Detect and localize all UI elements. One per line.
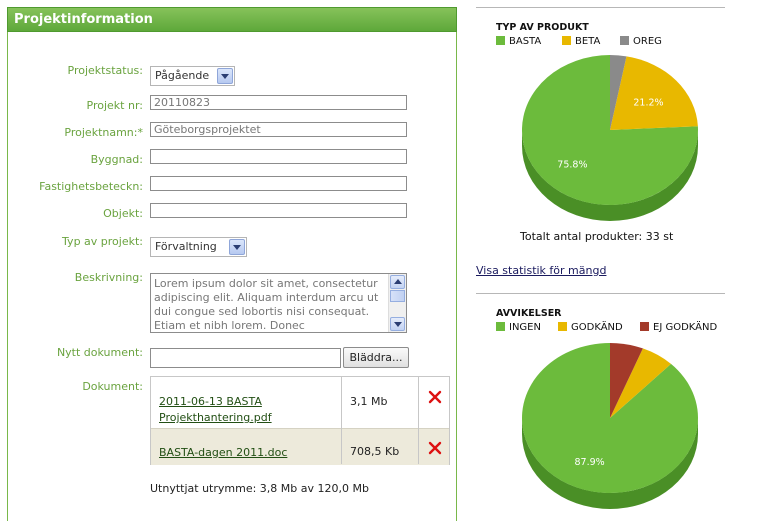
object-field[interactable] (150, 203, 407, 218)
projnr-label: Projekt nr: (86, 99, 143, 112)
legend-label: OREG (633, 36, 662, 47)
description-text: Lorem ipsum dolor sit amet, consectetur … (154, 277, 379, 332)
storage-usage: Utnyttjat utrymme: 3,8 Mb av 120,0 Mb (150, 482, 369, 495)
documents-table: 2011-06-13 BASTA Projekthantering.pdf 3,… (150, 376, 450, 465)
legend-label: EJ GODKÄND (653, 322, 718, 333)
document-size: 3,1 Mb (350, 395, 388, 408)
description-textarea[interactable]: Lorem ipsum dolor sit amet, consectetur … (150, 273, 407, 333)
document-link[interactable]: 2011-06-13 BASTA Projekthantering.pdf (159, 394, 339, 426)
divider (476, 7, 725, 8)
scroll-thumb[interactable] (390, 290, 405, 302)
table-row: BASTA-dagen 2011.doc 708,5 Kb (151, 428, 449, 465)
status-select[interactable]: Pågående (150, 66, 235, 86)
legend-swatch (562, 36, 571, 45)
legend-item: BASTA (496, 36, 541, 47)
divider (476, 293, 725, 294)
legend-swatch (620, 36, 629, 45)
projtype-label: Typ av projekt: (62, 235, 143, 248)
object-label: Objekt: (103, 207, 143, 220)
projtype-select[interactable]: Förvaltning (150, 237, 247, 257)
pie-data-label: 87.9% (575, 457, 605, 468)
chevron-down-icon[interactable] (217, 68, 233, 84)
status-select-value: Pågående (155, 69, 210, 82)
document-link[interactable]: BASTA-dagen 2011.doc (159, 445, 287, 461)
browse-button[interactable]: Bläddra... (343, 347, 409, 368)
projnr-field[interactable]: 20110823 (150, 95, 407, 110)
projtype-select-value: Förvaltning (155, 240, 217, 253)
panel-title: Projektinformation (14, 12, 153, 27)
chart-title: TYP AV PRODUKT (496, 22, 589, 33)
building-label: Byggnad: (90, 153, 143, 166)
pie-data-label: 75.8% (557, 160, 587, 171)
document-size: 708,5 Kb (350, 445, 400, 458)
chart-title: AVVIKELSER (496, 308, 562, 319)
delete-icon[interactable] (428, 441, 442, 455)
legend-label: BASTA (509, 36, 542, 47)
legend-swatch (496, 36, 505, 45)
scroll-up-icon[interactable] (390, 275, 405, 289)
pie-chart-product-type: 75.8% 21.2% (522, 55, 698, 221)
description-scrollbar[interactable] (388, 274, 406, 332)
column-divider (418, 377, 419, 464)
legend-swatch (496, 322, 505, 331)
legend-label: INGEN (509, 322, 541, 333)
description-label: Beskrivning: (74, 271, 143, 284)
building-field[interactable] (150, 149, 407, 164)
chevron-down-icon[interactable] (229, 239, 245, 255)
delete-icon[interactable] (428, 390, 442, 404)
legend-item: BETA (562, 36, 600, 47)
newdoc-label: Nytt dokument: (56, 346, 143, 359)
property-field[interactable] (150, 176, 407, 191)
legend-label: BETA (575, 36, 601, 47)
pie-data-label: 21.2% (633, 97, 663, 108)
legend-item: GODKÄND (558, 322, 623, 333)
legend-swatch (558, 322, 567, 331)
legend-swatch (640, 322, 649, 331)
pie-chart-deviations: 87.9% (522, 343, 698, 509)
status-label: Projektstatus: (67, 64, 143, 77)
total-products: Totalt antal produkter: 33 st (520, 230, 674, 243)
panel-header: Projektinformation (7, 7, 457, 32)
legend-item: INGEN (496, 322, 541, 333)
statistics-link[interactable]: Visa statistik för mängd (476, 264, 606, 277)
legend-item: OREG (620, 36, 662, 47)
column-divider (341, 377, 342, 464)
property-label: Fastighetsbeteckn: (39, 180, 143, 193)
legend-item: EJ GODKÄND (640, 322, 717, 333)
scroll-down-icon[interactable] (390, 317, 405, 331)
documents-label: Dokument: (82, 380, 143, 393)
legend-label: GODKÄND (571, 322, 623, 333)
table-row: 2011-06-13 BASTA Projekthantering.pdf 3,… (151, 377, 449, 428)
newdoc-file-input[interactable] (150, 348, 341, 368)
projname-field[interactable]: Göteborgsprojektet (150, 122, 407, 137)
projname-label: Projektnamn:* (64, 126, 143, 139)
